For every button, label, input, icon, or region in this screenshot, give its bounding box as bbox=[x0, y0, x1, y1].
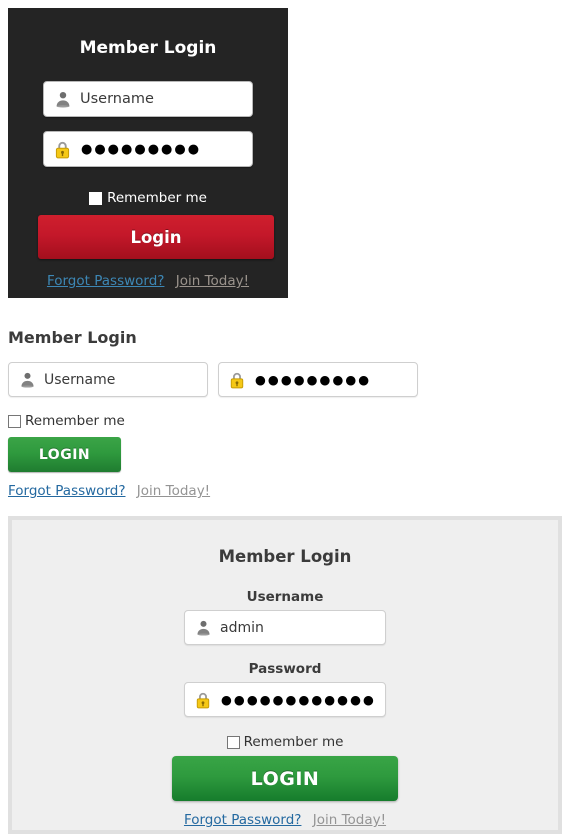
page-title: Member Login bbox=[79, 38, 217, 58]
lock-icon bbox=[54, 140, 71, 159]
user-icon bbox=[54, 90, 72, 108]
forgot-password-link[interactable]: Forgot Password? bbox=[8, 483, 126, 499]
password-field[interactable]: ●●●●●●●●● bbox=[218, 362, 418, 397]
login-button[interactable]: Login bbox=[38, 215, 274, 259]
forgot-password-link[interactable]: Forgot Password? bbox=[47, 273, 165, 289]
page-title: Member Login bbox=[218, 547, 352, 566]
remember-me-checkbox[interactable] bbox=[226, 735, 240, 749]
password-masked-value: ●●●●●●●●●●●●●●● bbox=[221, 692, 375, 707]
remember-me-checkbox[interactable] bbox=[89, 191, 103, 205]
username-field[interactable]: Username bbox=[8, 362, 208, 397]
helper-links: Forgot Password? Join Today! bbox=[12, 812, 558, 828]
section-title: Member Login bbox=[8, 328, 137, 347]
login-card-dark: Member Login Username ●●●●●●●●● Remember… bbox=[8, 8, 288, 298]
user-icon bbox=[19, 371, 36, 388]
password-field[interactable]: ●●●●●●●●●●●●●●● bbox=[184, 682, 386, 717]
login-button[interactable]: LOGIN bbox=[172, 756, 398, 801]
helper-links: Forgot Password? Join Today! bbox=[8, 483, 210, 499]
username-placeholder-text: Username bbox=[44, 371, 116, 388]
join-today-link[interactable]: Join Today! bbox=[137, 483, 210, 499]
remember-me-row[interactable]: Remember me bbox=[8, 413, 125, 429]
user-icon bbox=[195, 619, 212, 636]
password-field[interactable]: ●●●●●●●●● bbox=[43, 131, 253, 167]
remember-me-row[interactable]: Remember me bbox=[8, 190, 288, 206]
password-label: Password bbox=[248, 661, 322, 677]
remember-me-label: Remember me bbox=[243, 734, 344, 750]
username-field[interactable]: Username bbox=[43, 81, 253, 117]
username-value-text: admin bbox=[220, 619, 264, 636]
remember-me-row[interactable]: Remember me bbox=[12, 734, 558, 750]
login-card-boxed: Member Login Username admin Password ●●●… bbox=[8, 516, 562, 834]
remember-me-label: Remember me bbox=[25, 413, 125, 429]
remember-me-label: Remember me bbox=[107, 190, 207, 206]
login-button[interactable]: LOGIN bbox=[8, 437, 121, 472]
password-masked-value: ●●●●●●●●● bbox=[81, 141, 202, 157]
lock-icon bbox=[229, 371, 245, 389]
lock-icon bbox=[195, 691, 211, 709]
username-field[interactable]: admin bbox=[184, 610, 386, 645]
password-masked-value: ●●●●●●●●● bbox=[255, 372, 372, 387]
forgot-password-link[interactable]: Forgot Password? bbox=[184, 812, 302, 828]
helper-links: Forgot Password? Join Today! bbox=[8, 273, 288, 289]
join-today-link[interactable]: Join Today! bbox=[313, 812, 386, 828]
username-label: Username bbox=[246, 589, 324, 605]
remember-me-checkbox[interactable] bbox=[8, 414, 21, 428]
username-placeholder-text: Username bbox=[80, 91, 154, 107]
join-today-link[interactable]: Join Today! bbox=[176, 273, 249, 289]
